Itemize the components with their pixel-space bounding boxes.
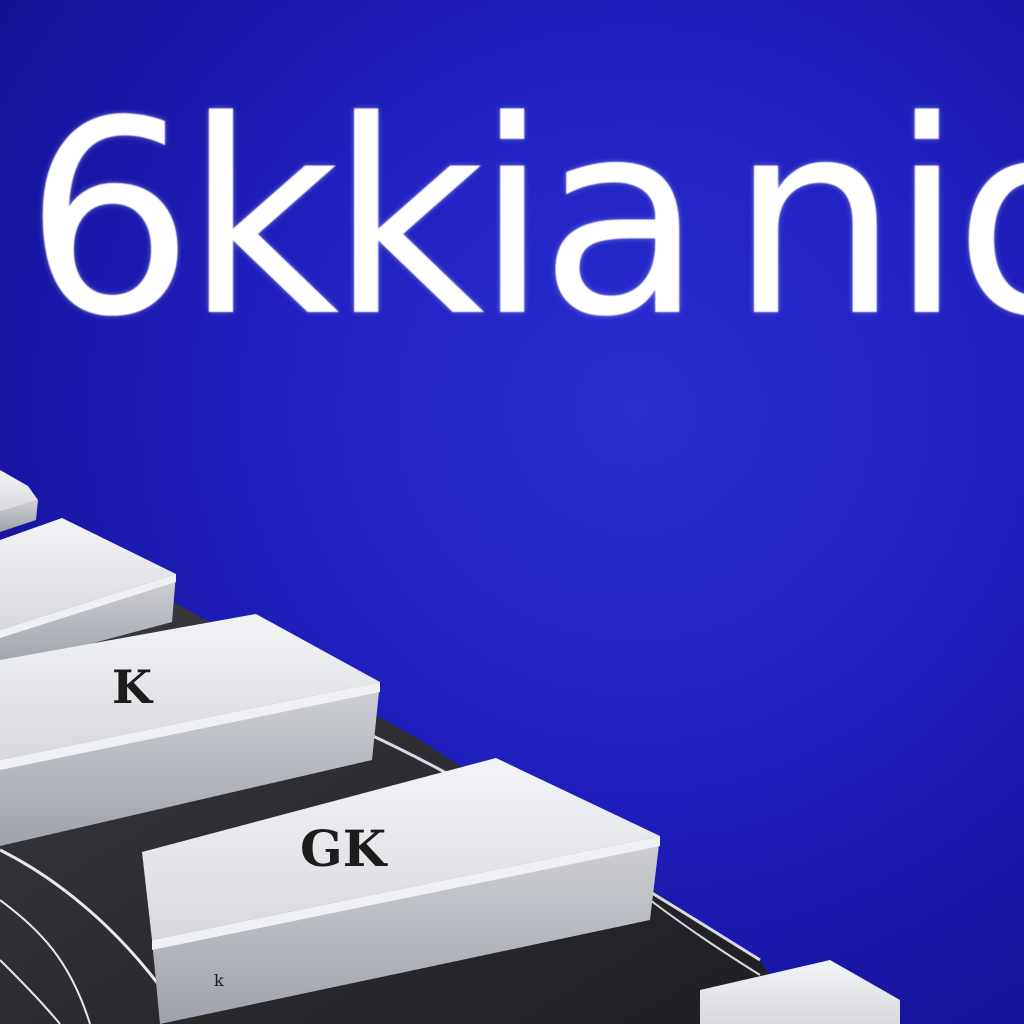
- keycap-k-label: K: [112, 660, 154, 714]
- keycap-top-partial: [0, 470, 38, 532]
- photo-scene: 6kkianioga: [0, 0, 1024, 1024]
- keycap-small-label: k: [214, 971, 224, 990]
- keyboard-illustration: K GK k: [0, 470, 900, 1024]
- keycap-gk-label: GK: [300, 819, 388, 878]
